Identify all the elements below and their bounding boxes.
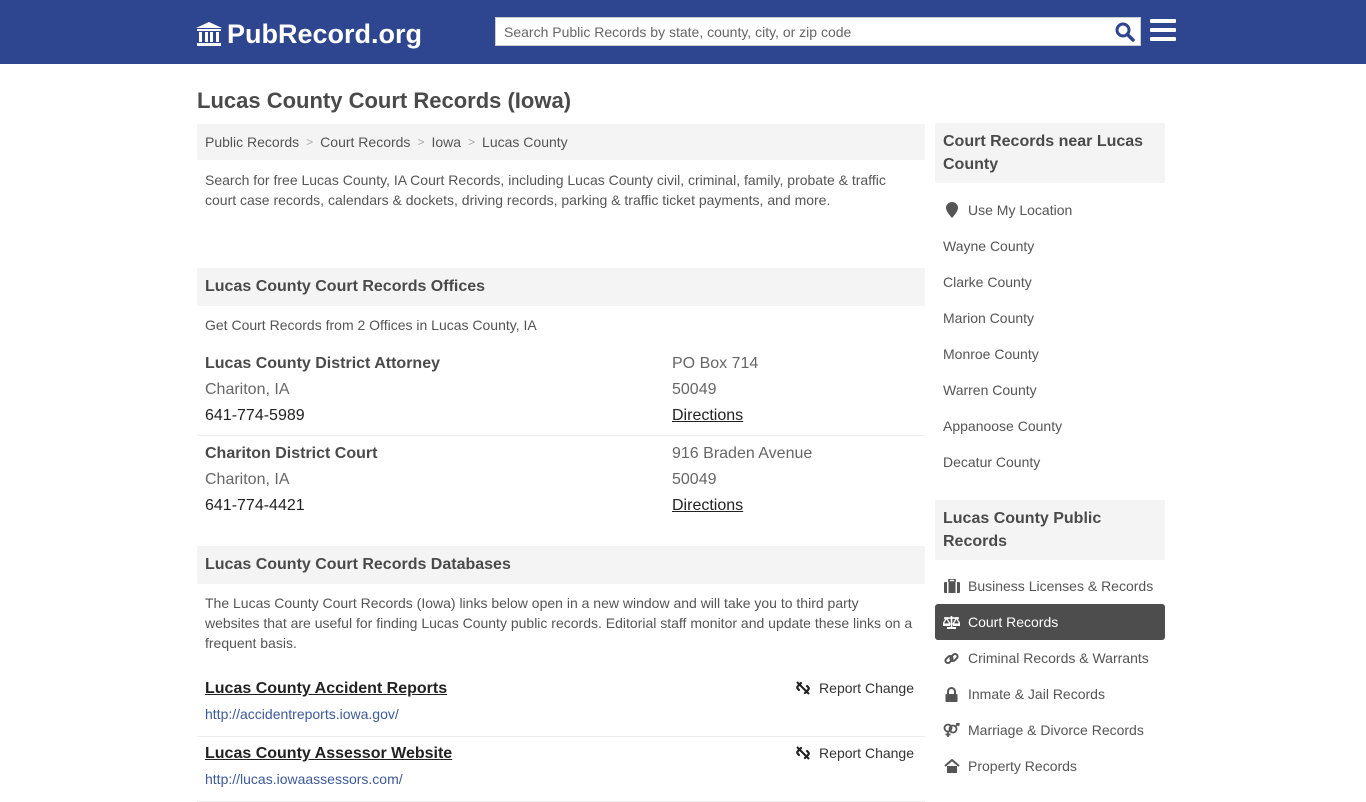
database-url-link[interactable]: http://lucas.iowaassessors.com/ [205,767,917,791]
sidebar-item-label: Inmate & Jail Records [968,686,1105,702]
office-city: Chariton, IA [205,471,290,488]
breadcrumb-separator: > [468,135,476,149]
nearby-county-link[interactable]: Warren County [935,372,1165,408]
public-records-heading: Lucas County Public Records [935,500,1165,560]
nearby-county-link[interactable]: Marion County [935,300,1165,336]
office-zip: 50049 [672,471,717,488]
directions-link[interactable]: Directions [672,497,743,514]
office-item: Chariton District Court Chariton, IA 641… [197,436,925,525]
breadcrumb-public-records[interactable]: Public Records [205,134,299,150]
page-title: Lucas County Court Records (Iowa) [197,88,572,113]
use-my-location-label: Use My Location [968,202,1073,218]
link-icon [943,650,960,667]
office-name: Lucas County District Attorney [205,355,440,372]
nearby-county-link[interactable]: Appanoose County [935,408,1165,444]
sidebar-item-label: Marriage & Divorce Records [968,722,1144,738]
hamburger-menu-icon[interactable] [1150,19,1176,43]
database-title-link[interactable]: Lucas County Accident Reports [205,677,447,701]
office-item: Lucas County District Attorney Chariton,… [197,346,925,436]
venus-mars-icon [943,722,960,739]
breadcrumb-lucas-county[interactable]: Lucas County [482,134,568,150]
nearby-heading: Court Records near Lucas County [935,123,1165,183]
sidebar-item-label: Business Licenses & Records [968,578,1154,594]
breadcrumb-iowa[interactable]: Iowa [431,134,461,150]
database-url-link[interactable]: http://accidentreports.iowa.gov/ [205,702,917,726]
use-my-location-button[interactable]: Use My Location [935,192,1165,228]
nearby-county-link[interactable]: Decatur County [935,444,1165,480]
report-change-button[interactable]: Report Change [795,745,914,761]
sidebar-item-criminal-records[interactable]: Criminal Records & Warrants [935,640,1165,676]
office-phone[interactable]: 641-774-4421 [205,493,672,519]
sidebar-item-label: Court Records [968,614,1059,630]
report-change-button[interactable]: Report Change [795,680,914,696]
courthouse-icon [196,22,222,46]
nearby-county-link[interactable]: Wayne County [935,228,1165,264]
office-address: 916 Braden Avenue [672,445,813,462]
database-title-link[interactable]: Lucas County Assessor Website [205,742,452,766]
lock-icon [943,686,960,703]
breadcrumb: Public Records > Court Records > Iowa > … [197,124,925,160]
nearby-county-link[interactable]: Clarke County [935,264,1165,300]
broken-link-icon [796,746,810,760]
search-icon[interactable] [1114,21,1136,43]
site-name: PubRecord.org [227,18,423,49]
search-box [495,17,1141,46]
report-change-label: Report Change [819,680,914,696]
sidebar-item-inmate-records[interactable]: Inmate & Jail Records [935,676,1165,712]
office-phone[interactable]: 641-774-5989 [205,403,672,429]
sidebar-item-label: Property Records [968,758,1077,774]
offices-heading: Lucas County Court Records Offices [197,268,925,306]
sidebar: Court Records near Lucas County Use My L… [935,123,1165,784]
map-marker-icon [943,202,960,219]
main-content: Public Records > Court Records > Iowa > … [197,124,925,802]
sidebar-item-marriage-records[interactable]: Marriage & Divorce Records [935,712,1165,748]
breadcrumb-court-records[interactable]: Court Records [320,134,410,150]
database-item: Lucas County Accident Reports http://acc… [197,672,925,737]
report-change-label: Report Change [819,745,914,761]
nearby-list: Use My Location Wayne County Clarke Coun… [935,183,1165,480]
directions-link[interactable]: Directions [672,407,743,424]
sidebar-item-property-records[interactable]: Property Records [935,748,1165,784]
site-logo[interactable]: PubRecord.org [195,18,422,50]
intro-text: Search for free Lucas County, IA Court R… [205,172,886,208]
database-item: Lucas County Assessor Website http://luc… [197,737,925,802]
broken-link-icon [796,681,810,695]
sidebar-item-label: Criminal Records & Warrants [968,650,1149,666]
office-name: Chariton District Court [205,445,378,462]
briefcase-icon [943,578,960,595]
home-icon [943,758,960,775]
office-zip: 50049 [672,381,717,398]
search-input[interactable] [496,18,1106,45]
breadcrumb-separator: > [417,135,425,149]
office-address: PO Box 714 [672,355,759,372]
breadcrumb-separator: > [306,135,314,149]
public-records-list: Business Licenses & Records Court Record… [935,560,1165,784]
sidebar-item-court-records[interactable]: Court Records [935,604,1165,640]
scale-icon [943,614,960,631]
site-header: PubRecord.org [0,0,1366,64]
databases-intro: The Lucas County Court Records (Iowa) li… [205,595,913,651]
nearby-county-link[interactable]: Monroe County [935,336,1165,372]
offices-subheading: Get Court Records from 2 Offices in Luca… [205,317,537,333]
sidebar-item-business-licenses[interactable]: Business Licenses & Records [935,568,1165,604]
databases-heading: Lucas County Court Records Databases [197,546,925,584]
office-city: Chariton, IA [205,381,290,398]
